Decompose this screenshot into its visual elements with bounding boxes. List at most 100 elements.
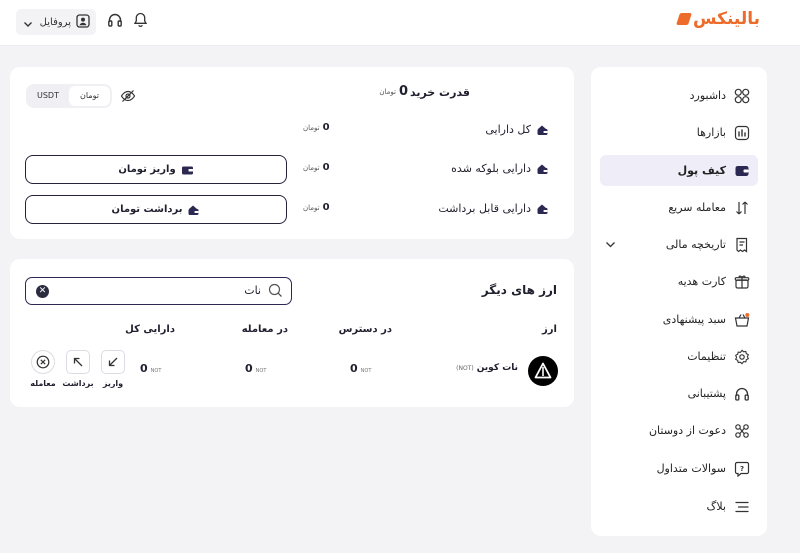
withdraw-icon [188, 205, 199, 215]
sidebar-item-label: بلاگ [706, 500, 726, 513]
sidebar-item-quick-trade[interactable]: معامله سریع [600, 192, 758, 223]
assets-card: USDT تومان قدرت خرید 0 تومان کل دارایی 0… [10, 67, 574, 239]
brand-logo[interactable]: بالینکس [676, 9, 760, 29]
sidebar-item-financial-history[interactable]: تاریخچه مالی [600, 229, 758, 260]
total-assets-value: 0 تومان [303, 122, 330, 133]
coin-in-trade-amount: 0 [245, 362, 253, 375]
currency-toggle[interactable]: USDT تومان [26, 84, 112, 108]
notcoin-logo-icon [528, 356, 558, 386]
invite-icon [735, 423, 749, 438]
sidebar-item-label: سبد پیشنهادی [662, 313, 726, 326]
sidebar-item-wallet[interactable]: کیف پول [600, 155, 758, 186]
blog-icon [735, 501, 749, 512]
search-input[interactable]: نات ✕ [25, 277, 292, 305]
sidebar-item-dashboard[interactable]: داشبورد [600, 80, 758, 111]
sidebar-item-faq[interactable]: ? سوالات متداول [600, 453, 758, 484]
column-header-in-trade: در معامله [241, 324, 288, 335]
settings-icon [734, 348, 750, 365]
toggle-toman[interactable]: تومان [69, 86, 110, 106]
receipt-icon [736, 237, 748, 253]
faq-icon: ? [734, 461, 750, 477]
wallet-coins-icon [537, 125, 548, 135]
total-assets-text: کل دارایی [485, 123, 531, 136]
deposit-button[interactable] [101, 350, 125, 374]
total-assets-amount: 0 [322, 122, 330, 133]
headset-icon[interactable] [107, 12, 123, 32]
buy-power-label: قدرت خرید [409, 86, 470, 99]
coin-name[interactable]: نات کوین (NOT) [456, 363, 518, 373]
coin-total-value: 0 NOT [140, 362, 161, 375]
sidebar-item-support[interactable]: پشتیبانی [600, 378, 758, 409]
withdrawable-assets-label: دارایی قابل برداشت [438, 202, 549, 215]
buy-power-value: 0 تومان [379, 84, 408, 99]
chevron-down-icon [22, 15, 34, 34]
svg-text:?: ? [740, 465, 744, 473]
sidebar: داشبورد بازارها کیف پول معامله سریع تاری… [591, 67, 767, 536]
sidebar-item-label: کارت هدیه [677, 275, 726, 288]
blocked-assets-label: دارایی بلوکه شده [451, 162, 549, 175]
sidebar-item-label: دعوت از دوستان [648, 424, 726, 437]
arrow-down-left-icon [108, 357, 118, 367]
sidebar-item-label: تنظیمات [687, 350, 726, 363]
sidebar-item-label: تاریخچه مالی [665, 238, 726, 251]
column-header-total: دارایی کل [125, 324, 175, 335]
toman-unit: تومان [303, 203, 320, 212]
sidebar-item-markets[interactable]: بازارها [600, 117, 758, 148]
sidebar-item-label: کیف پول [677, 164, 726, 177]
withdrawable-assets-amount: 0 [322, 202, 330, 213]
coin-unit: NOT [150, 368, 162, 374]
coin-unit: NOT [360, 368, 372, 374]
deposit-label: واریز [102, 379, 124, 388]
withdraw-label: برداشت [62, 379, 94, 388]
sidebar-item-gift-card[interactable]: کارت هدیه [600, 266, 758, 297]
sidebar-item-blog[interactable]: بلاگ [600, 491, 758, 522]
profile-label: پروفایل [39, 16, 71, 28]
blocked-assets-amount: 0 [322, 162, 330, 173]
withdraw-toman-label: برداشت تومان [111, 204, 183, 215]
deposit-toman-label: واریز تومان [118, 164, 176, 175]
chart-icon [734, 125, 750, 140]
toggle-usdt[interactable]: USDT [28, 86, 68, 106]
basket-icon [734, 312, 750, 327]
sidebar-item-invite-friends[interactable]: دعوت از دوستان [600, 415, 758, 446]
trade-button[interactable] [31, 350, 55, 374]
wallet-coins-icon [537, 164, 548, 174]
withdraw-button[interactable] [66, 350, 90, 374]
column-header-currency: ارز [542, 324, 557, 335]
withdraw-toman-button[interactable]: برداشت تومان [25, 195, 287, 224]
chevron-down-icon[interactable] [604, 238, 617, 254]
total-assets-label: کل دارایی [485, 123, 549, 136]
logo-text: بالینکس [693, 9, 760, 29]
logo-mark-icon [676, 13, 692, 25]
sidebar-item-settings[interactable]: تنظیمات [600, 341, 758, 372]
bell-icon[interactable] [133, 12, 148, 32]
profile-menu[interactable]: پروفایل [16, 9, 96, 35]
wallet-icon [735, 165, 749, 176]
swap-icon [736, 201, 748, 214]
sidebar-item-label: بازارها [696, 126, 726, 139]
coin-total-amount: 0 [140, 362, 148, 375]
withdrawable-assets-value: 0 تومان [303, 202, 330, 213]
search-icon [268, 283, 283, 302]
coin-unit: NOT [255, 368, 267, 374]
top-bar: بالینکس پروفایل [0, 0, 800, 46]
other-currencies-card: ارز های دیگر نات ✕ ارز در دسترس در معامل… [10, 259, 574, 407]
other-currencies-title: ارز های دیگر [481, 283, 557, 297]
column-header-available: در دسترس [338, 324, 392, 335]
close-circle-icon [36, 355, 50, 369]
arrow-up-left-icon [73, 357, 83, 367]
clear-search-icon[interactable]: ✕ [36, 285, 49, 298]
trade-label: معامله [30, 379, 56, 388]
wallet-coins-icon [537, 204, 548, 214]
eye-off-icon[interactable] [120, 88, 136, 108]
toman-unit: تومان [303, 123, 320, 132]
sidebar-item-suggested-basket[interactable]: سبد پیشنهادی [600, 304, 758, 335]
coin-symbol: (NOT) [456, 364, 474, 372]
toman-unit: تومان [303, 163, 320, 172]
deposit-toman-button[interactable]: واریز تومان [25, 155, 287, 184]
deposit-icon [181, 166, 193, 174]
search-query: نات [244, 284, 261, 297]
blocked-assets-text: دارایی بلوکه شده [451, 162, 531, 175]
blocked-assets-value: 0 تومان [303, 162, 330, 173]
toman-unit: تومان [379, 87, 396, 96]
